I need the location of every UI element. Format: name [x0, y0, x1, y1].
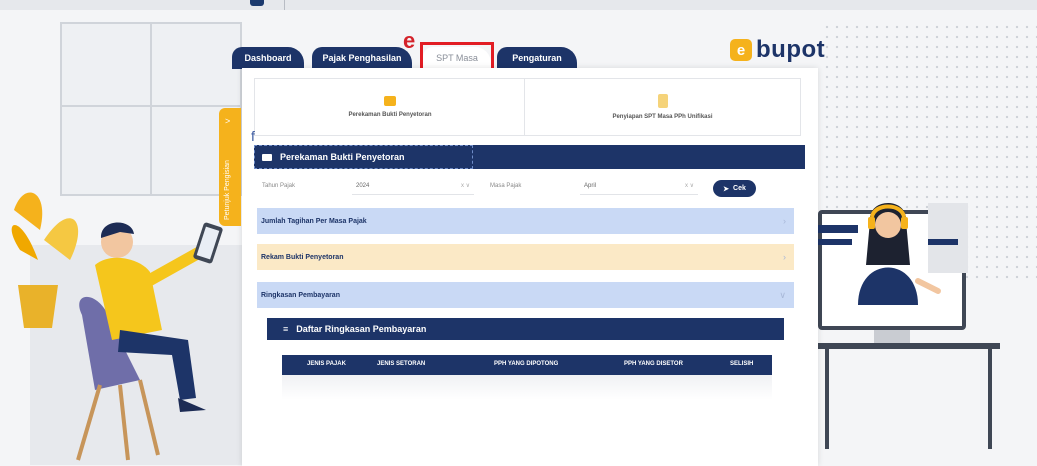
column-header: JENIS PAJAK	[307, 361, 346, 367]
window-frame-vertical	[150, 22, 152, 194]
select-controls-icon: x ∨	[460, 183, 470, 189]
plant-icon	[11, 192, 79, 328]
accordion-label: Rekam Bukti Penyetoran	[261, 253, 344, 261]
chevron-down-icon: ∨	[779, 289, 786, 300]
support-agent-illustration	[818, 203, 968, 305]
man-with-phone-illustration	[11, 192, 223, 461]
tahun-pajak-label: Tahun Pajak	[262, 183, 296, 189]
column-header: JENIS SETORAN	[377, 361, 426, 367]
browser-top-strip	[0, 0, 1037, 10]
tab-pajak-penghasilan[interactable]: Pajak Penghasilan	[312, 47, 412, 69]
select-controls-icon: x ∨	[684, 183, 694, 189]
window-frame-horizontal	[60, 105, 240, 107]
annotation-label-e: e	[403, 28, 416, 53]
masa-pajak-select[interactable]: April x ∨	[580, 177, 698, 195]
chevron-right-icon: ›	[783, 216, 786, 226]
top-edge-button	[250, 0, 264, 6]
accordion-label: Ringkasan Pembayaran	[261, 291, 340, 299]
summary-title: Daftar Ringkasan Pembayaran	[296, 324, 427, 334]
list-icon: ≡	[283, 324, 289, 334]
cek-button-label: Cek	[733, 185, 746, 192]
tahun-pajak-select[interactable]: 2024 x ∨	[352, 177, 474, 195]
ebupot-logo: e bupot	[730, 33, 825, 67]
top-edge-divider	[284, 0, 285, 10]
side-guide-tab[interactable]: > Petunjuk Pengisian	[219, 108, 241, 226]
desk-leg-right	[988, 349, 992, 449]
tab-pengaturan[interactable]: Pengaturan	[497, 47, 577, 69]
summary-table-body	[282, 375, 772, 400]
phone-icon	[193, 222, 223, 264]
desk-top	[815, 343, 1000, 349]
menu-card-penyiapan-label: Penyiapan SPT Masa PPh Unifikasi	[612, 114, 713, 120]
tahun-pajak-value: 2024	[356, 182, 370, 189]
column-header: PPH YANG DISETOR	[624, 361, 683, 367]
summary-header: ≡ Daftar Ringkasan Pembayaran	[267, 318, 784, 340]
money-icon	[384, 96, 396, 106]
accordion-rekam-bukti[interactable]: Rekam Bukti Penyetoran ›	[257, 244, 794, 270]
chevron-right-icon: ›	[783, 252, 786, 262]
ebupot-logo-text: bupot	[756, 36, 826, 63]
masa-pajak-value: April	[584, 182, 597, 189]
desk-leg-left	[825, 349, 829, 449]
tab-dashboard[interactable]: Dashboard	[232, 47, 304, 69]
menu-card-perekaman[interactable]: Perekaman Bukti Penyetoran	[254, 78, 526, 136]
annotation-label-f: f	[251, 128, 255, 144]
side-guide-label: Petunjuk Pengisian	[224, 160, 231, 220]
chevron-right-icon: >	[225, 116, 231, 126]
menu-card-perekaman-label: Perekaman Bukti Penyetoran	[348, 112, 432, 118]
summary-table-header: JENIS PAJAK JENIS SETORAN PPH YANG DIPOT…	[282, 355, 772, 375]
accordion-jumlah-tagihan[interactable]: Jumlah Tagihan Per Masa Pajak ›	[257, 208, 794, 234]
send-icon: ➤	[723, 185, 730, 193]
selection-outline	[254, 145, 473, 169]
accordion-label: Jumlah Tagihan Per Masa Pajak	[261, 217, 367, 225]
ebupot-logo-mark: e	[730, 39, 752, 61]
column-header: SELISIH	[730, 361, 754, 367]
clipboard-icon	[657, 94, 668, 108]
masa-pajak-label: Masa Pajak	[490, 183, 522, 189]
document-stack-icon	[928, 203, 968, 273]
menu-card-penyiapan-spt[interactable]: Penyiapan SPT Masa PPh Unifikasi	[524, 78, 801, 136]
column-header: PPH YANG DIPOTONG	[494, 361, 559, 367]
cek-button[interactable]: ➤ Cek	[713, 180, 756, 197]
accordion-ringkasan-pembayaran[interactable]: Ringkasan Pembayaran ∨	[257, 282, 794, 308]
